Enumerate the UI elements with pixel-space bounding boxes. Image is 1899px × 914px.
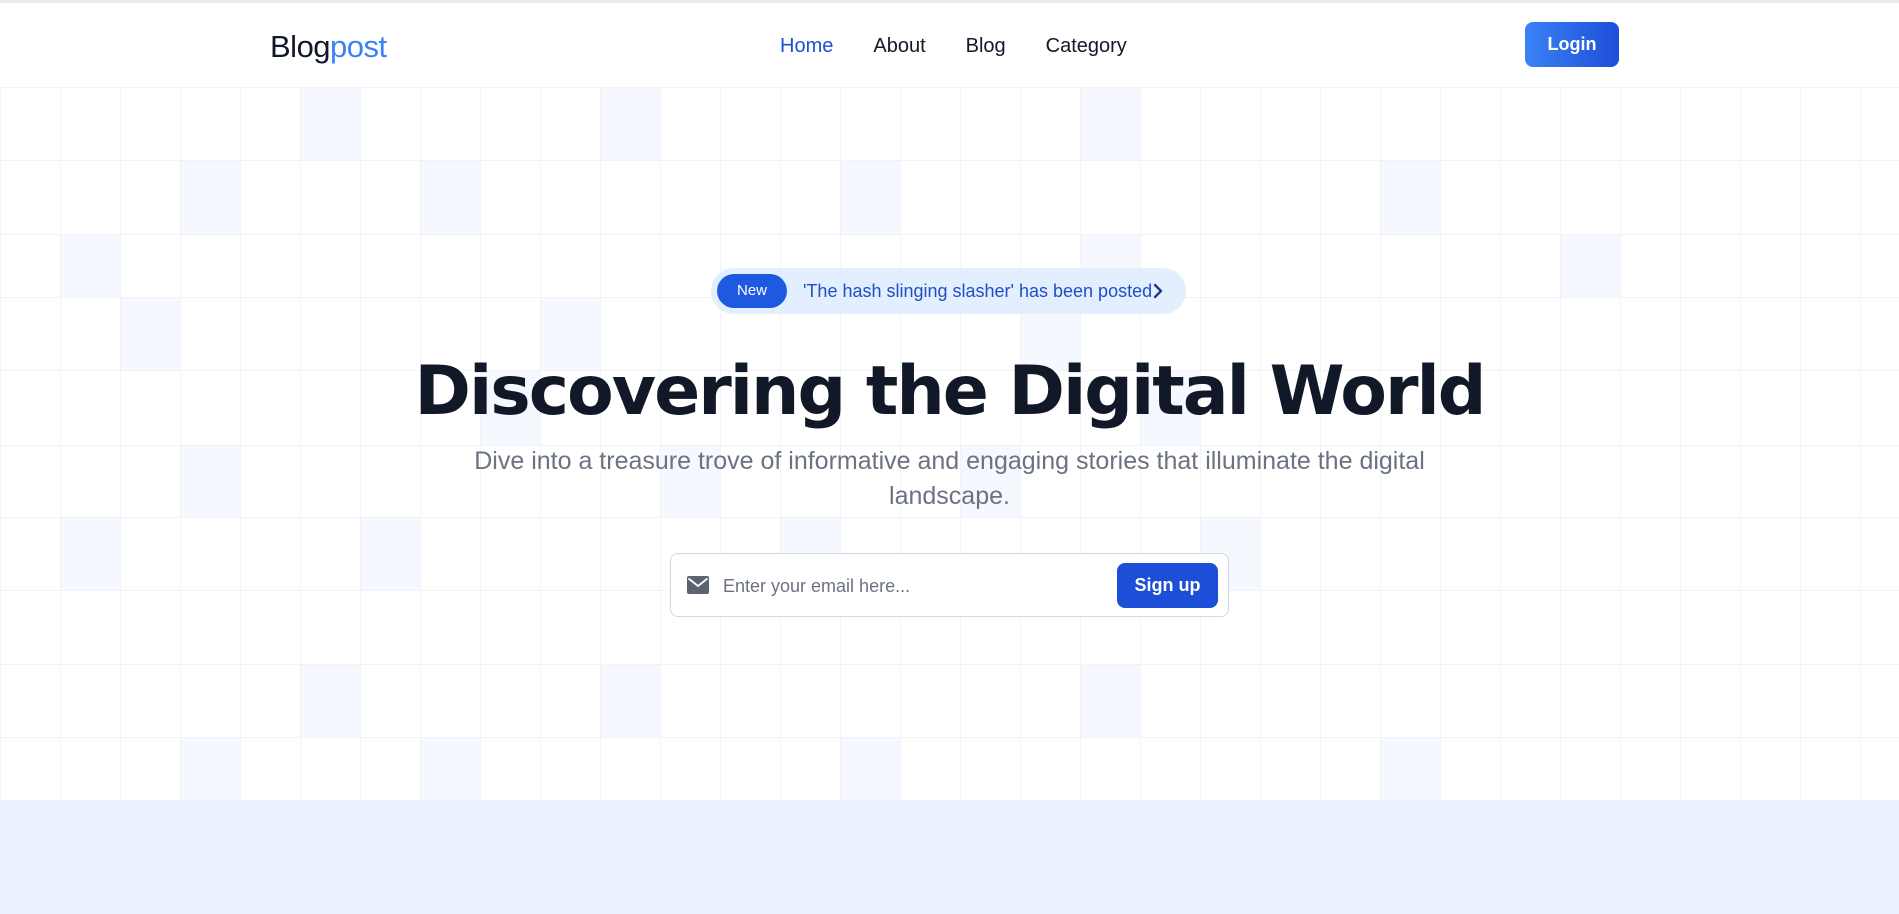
new-badge: New	[717, 274, 787, 308]
hero-section: New 'The hash slinging slasher' has been…	[0, 87, 1899, 800]
brand-logo-part1: Blog	[270, 29, 331, 64]
navbar: Blogpost Home About Blog Category Login	[0, 3, 1899, 87]
hero-content: New 'The hash slinging slasher' has been…	[0, 87, 1899, 800]
hero-headline: Discovering the Digital World	[414, 352, 1487, 431]
chevron-right-icon	[1153, 283, 1163, 299]
email-signup-form: Sign up	[670, 553, 1229, 617]
hero-subtitle: Dive into a treasure trove of informativ…	[474, 447, 1425, 510]
main-nav: Home About Blog Category	[780, 31, 1127, 61]
nav-link-home[interactable]: Home	[780, 31, 833, 61]
brand-logo[interactable]: Blogpost	[270, 27, 387, 67]
email-input[interactable]	[721, 568, 1075, 604]
mail-icon	[687, 576, 709, 594]
nav-link-category[interactable]: Category	[1046, 31, 1127, 61]
section-band	[0, 800, 1899, 914]
announcement-text: 'The hash slinging slasher' has been pos…	[803, 281, 1153, 301]
login-button[interactable]: Login	[1525, 22, 1619, 67]
nav-link-about[interactable]: About	[873, 31, 925, 61]
signup-button[interactable]: Sign up	[1117, 563, 1218, 608]
nav-link-blog[interactable]: Blog	[966, 31, 1006, 61]
brand-logo-part2: post	[330, 29, 387, 64]
announcement-pill[interactable]: New 'The hash slinging slasher' has been…	[711, 268, 1186, 314]
